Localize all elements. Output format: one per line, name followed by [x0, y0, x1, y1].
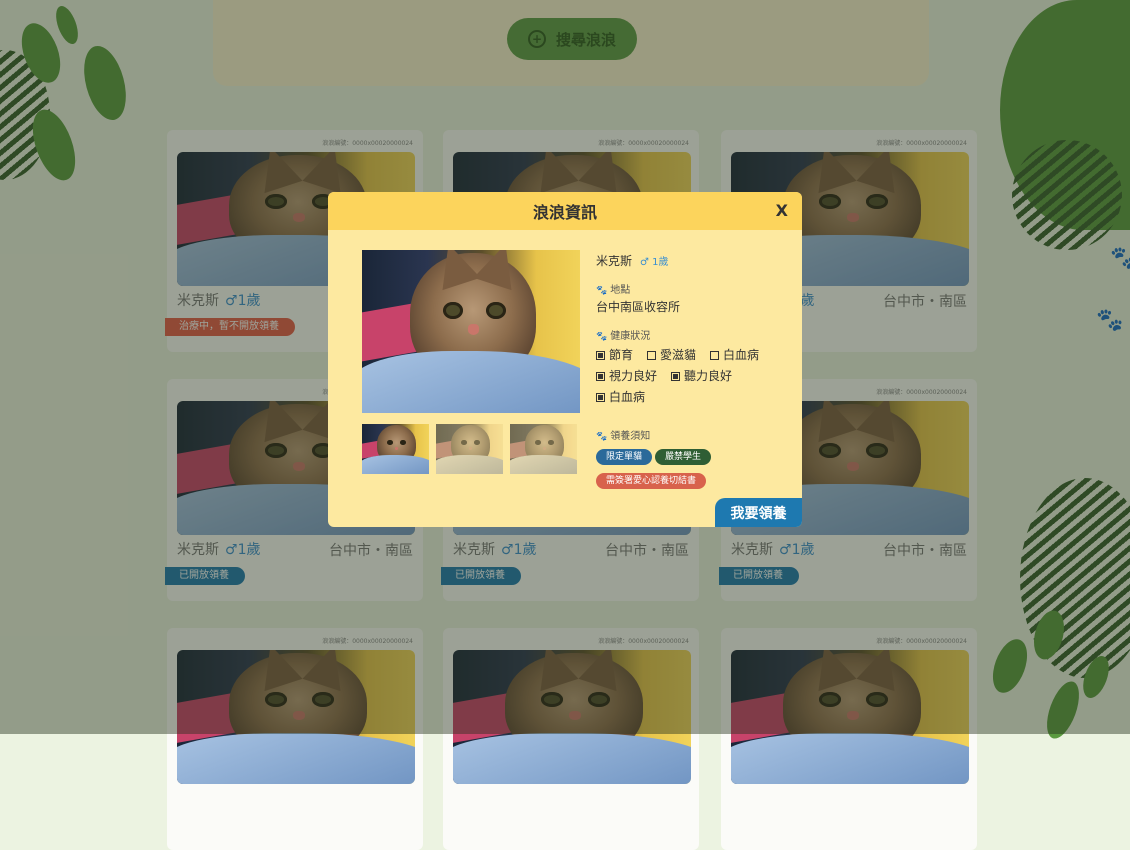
health-check: 視力良好	[596, 367, 657, 384]
tag-row-1: 限定單貓 嚴禁學生	[596, 444, 796, 465]
tag-adoption-agreement: 需簽署愛心認養切結書	[596, 473, 707, 489]
checkbox-icon	[710, 351, 720, 360]
health-row-3: 白血病	[596, 388, 796, 405]
modal-title: 浪浪資訊	[532, 203, 597, 222]
paw-icon: 🐾	[596, 332, 608, 342]
thumbnail-2[interactable]	[436, 424, 503, 474]
health-check: 愛滋貓	[647, 346, 696, 363]
name-row: 米克斯 ♂ 1歲	[596, 252, 796, 269]
cat-name: 米克斯	[596, 254, 633, 268]
location-label: 🐾 地點	[596, 285, 631, 296]
health-check: 白血病	[596, 388, 645, 405]
cat-info-modal: 浪浪資訊 X 米克斯 ♂ 1歲 🐾 地點 台中南區收容所 🐾 健康狀況 節育 愛滋貓 白血…	[328, 192, 802, 527]
checkbox-icon	[596, 393, 605, 402]
adopt-button[interactable]: 我要領養	[715, 498, 802, 527]
card-name	[177, 788, 183, 804]
cat-info: 米克斯 ♂ 1歲 🐾 地點 台中南區收容所 🐾 健康狀況 節育 愛滋貓 白血病 視力良好聽…	[596, 252, 796, 489]
checkbox-icon	[671, 372, 681, 381]
health-label: 🐾 健康狀況	[596, 331, 651, 342]
modal-header: 浪浪資訊 X	[328, 192, 802, 230]
card-name	[453, 788, 459, 804]
notice-label: 🐾 領養須知	[596, 431, 651, 442]
health-row-2: 視力良好 聽力良好	[596, 367, 796, 384]
health-row-1: 節育 愛滋貓 白血病	[596, 346, 796, 363]
thumbnail-3[interactable]	[510, 424, 577, 474]
checkbox-icon	[596, 372, 605, 381]
health-check: 白血病	[710, 346, 759, 363]
main-cat-photo	[362, 250, 580, 413]
health-check: 節育	[596, 346, 633, 363]
checkbox-icon	[596, 351, 605, 360]
thumbnail-1[interactable]	[362, 424, 429, 474]
location-value: 台中南區收容所	[596, 300, 681, 314]
checkbox-icon	[647, 351, 657, 360]
paw-icon: 🐾	[596, 286, 608, 296]
tag-single-cat: 限定單貓	[596, 449, 653, 465]
paw-icon: 🐾	[596, 432, 608, 442]
cat-age: 1歲	[652, 257, 669, 268]
tag-row-2: 需簽署愛心認養切結書	[596, 468, 796, 489]
tag-no-students: 嚴禁學生	[655, 449, 712, 465]
card-name	[731, 788, 737, 804]
health-check: 聽力良好	[671, 367, 732, 384]
male-icon: ♂ 1歲	[640, 257, 669, 268]
close-button[interactable]: X	[776, 201, 788, 220]
